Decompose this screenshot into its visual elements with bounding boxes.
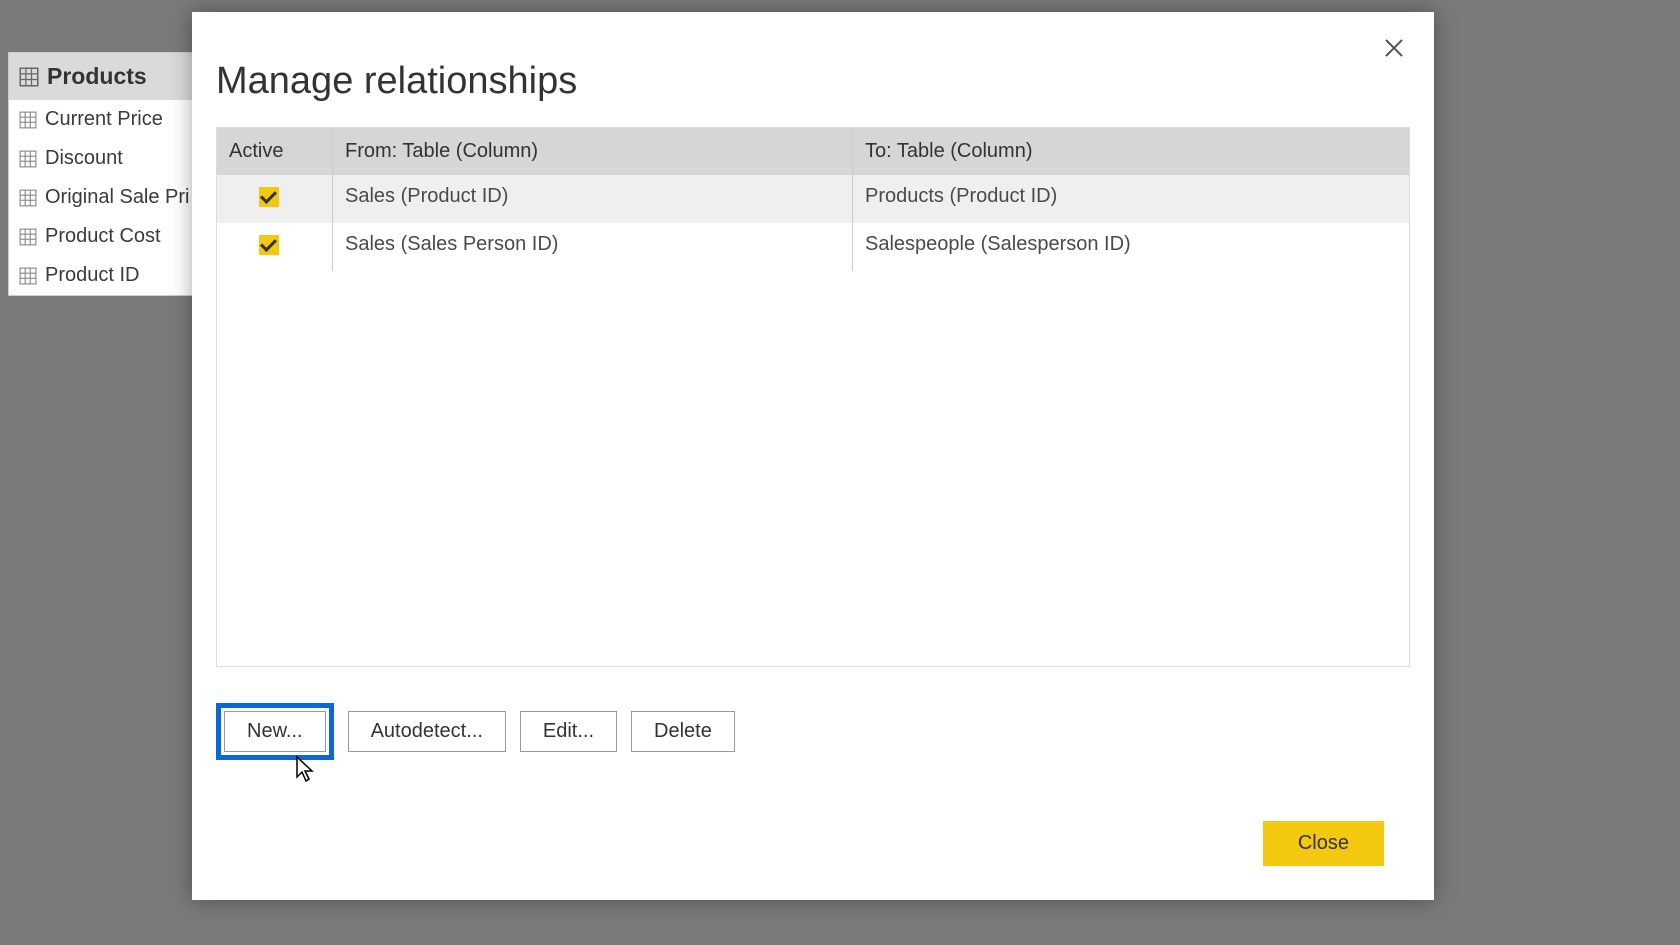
to-cell: Salespeople (Salesperson ID) [853, 223, 1409, 271]
table-header[interactable]: Products [9, 53, 192, 100]
active-cell [217, 175, 333, 223]
field-item[interactable]: Discount [9, 139, 192, 178]
table-header-row: Active From: Table (Column) To: Table (C… [217, 128, 1409, 175]
column-header-from[interactable]: From: Table (Column) [333, 128, 853, 175]
column-icon [19, 150, 37, 168]
table-row[interactable]: Sales (Sales Person ID) Salespeople (Sal… [217, 223, 1409, 271]
from-cell: Sales (Sales Person ID) [333, 223, 853, 271]
new-button-highlight: New... [216, 703, 334, 760]
field-item[interactable]: Product Cost [9, 217, 192, 256]
delete-button[interactable]: Delete [631, 711, 735, 752]
active-cell [217, 223, 333, 271]
field-label: Current Price [45, 108, 163, 131]
close-icon[interactable] [1378, 32, 1410, 64]
active-checkbox[interactable] [259, 235, 279, 255]
field-item[interactable]: Current Price [9, 100, 192, 139]
manage-relationships-dialog: Manage relationships Active From: Table … [192, 12, 1434, 900]
field-label: Original Sale Pri [45, 186, 190, 209]
field-label: Product Cost [45, 225, 161, 248]
field-label: Product ID [45, 264, 139, 287]
column-icon [19, 267, 37, 285]
column-header-to[interactable]: To: Table (Column) [853, 128, 1409, 175]
active-checkbox[interactable] [259, 187, 279, 207]
column-icon [19, 228, 37, 246]
action-button-row: New... Autodetect... Edit... Delete [192, 667, 1434, 760]
fields-panel: Products Current Price Discount Ori [8, 52, 193, 296]
edit-button[interactable]: Edit... [520, 711, 617, 752]
column-icon [19, 189, 37, 207]
column-icon [19, 111, 37, 129]
from-cell: Sales (Product ID) [333, 175, 853, 223]
close-button[interactable]: Close [1263, 821, 1384, 866]
column-header-active[interactable]: Active [217, 128, 333, 175]
new-button[interactable]: New... [224, 711, 326, 752]
to-cell: Products (Product ID) [853, 175, 1409, 223]
table-row[interactable]: Sales (Product ID) Products (Product ID) [217, 175, 1409, 223]
relationships-table: Active From: Table (Column) To: Table (C… [216, 127, 1410, 667]
table-name-label: Products [47, 63, 147, 90]
field-item[interactable]: Product ID [9, 256, 192, 295]
dialog-title: Manage relationships [192, 12, 1434, 127]
field-label: Discount [45, 147, 123, 170]
table-body: Sales (Product ID) Products (Product ID)… [217, 175, 1409, 667]
field-item[interactable]: Original Sale Pri [9, 178, 192, 217]
dialog-footer: Close [1263, 821, 1384, 866]
table-icon [19, 67, 39, 87]
autodetect-button[interactable]: Autodetect... [348, 711, 506, 752]
